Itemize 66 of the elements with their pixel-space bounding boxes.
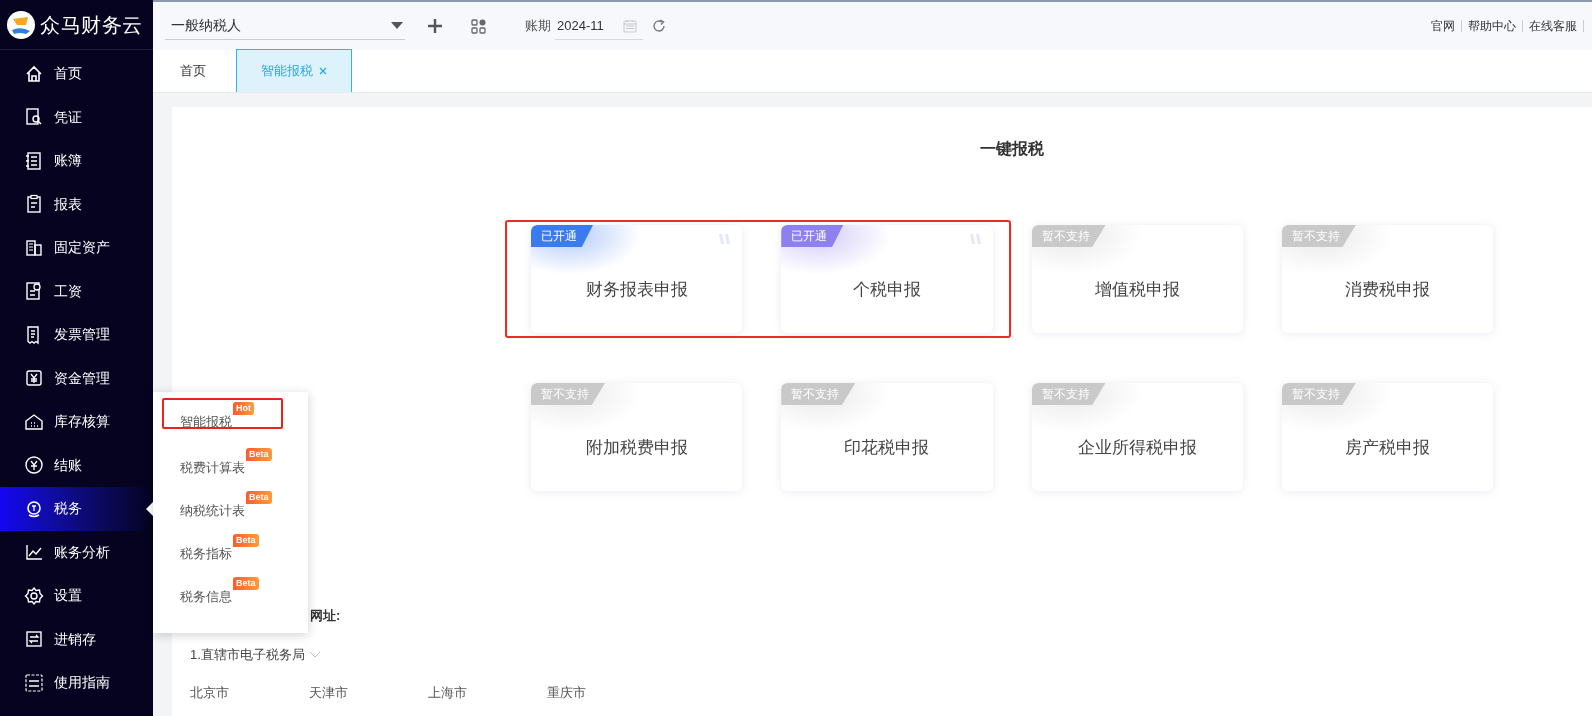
sidebar-item[interactable]: 固定资产 bbox=[0, 226, 153, 270]
sidebar-item[interactable]: 使用指南 bbox=[0, 661, 153, 705]
submenu-item[interactable]: 税务信息 bbox=[180, 587, 232, 607]
header-link[interactable]: 帮助中心 bbox=[1462, 17, 1522, 35]
section-label: 网址: bbox=[310, 608, 341, 623]
group-toggle[interactable]: 1.直辖市电子税务局 bbox=[190, 645, 321, 665]
ledger-icon bbox=[24, 150, 44, 171]
yen-circle-icon bbox=[24, 455, 44, 476]
sidebar-item[interactable]: 凭证 bbox=[0, 95, 153, 139]
quote-mark-icon bbox=[968, 233, 983, 245]
quote-mark-icon bbox=[718, 233, 733, 245]
refresh-icon[interactable] bbox=[652, 19, 666, 33]
badge: Beta bbox=[246, 491, 272, 504]
sidebar-item[interactable]: 结账 bbox=[0, 443, 153, 487]
caret-icon bbox=[391, 21, 403, 30]
warehouse-icon bbox=[24, 411, 44, 432]
city-link[interactable]: 重庆市 bbox=[547, 682, 666, 702]
home-icon bbox=[24, 63, 44, 84]
sidebar-item[interactable]: 进销存 bbox=[0, 617, 153, 661]
badge: Beta bbox=[233, 534, 259, 547]
plus-icon[interactable] bbox=[427, 18, 443, 34]
sidebar-item[interactable]: 首页 bbox=[0, 52, 153, 96]
yen-square-icon bbox=[24, 368, 44, 389]
submenu-item[interactable]: 税务指标 bbox=[180, 544, 232, 564]
submenu-item[interactable]: 税费计算表 bbox=[180, 458, 245, 478]
taxpayer-type-select[interactable]: 一般纳税人 bbox=[165, 12, 405, 40]
header-link[interactable]: 在线客服 bbox=[1523, 17, 1583, 35]
logo-icon bbox=[6, 9, 36, 40]
city-link[interactable]: 北京市 bbox=[190, 682, 309, 702]
header-link[interactable]: 官网 bbox=[1425, 17, 1461, 35]
sidebar-item[interactable]: 账务分析 bbox=[0, 530, 153, 574]
grid-icon[interactable] bbox=[471, 18, 486, 34]
submenu-item[interactable]: 纳税统计表 bbox=[180, 501, 245, 521]
sidebar-item[interactable]: 库存核算 bbox=[0, 400, 153, 444]
building-icon bbox=[24, 237, 44, 258]
sidebar-item[interactable]: 发票管理 bbox=[0, 313, 153, 357]
city-link[interactable]: 天津市 bbox=[309, 682, 428, 702]
status-badge: 已开通 bbox=[781, 225, 844, 247]
document-search-icon bbox=[24, 107, 44, 128]
submenu-item[interactable]: 智能报税 bbox=[180, 412, 232, 432]
period-label: 账期 bbox=[525, 17, 551, 36]
sidebar-item[interactable]: 账簿 bbox=[0, 139, 153, 183]
sidebar-item[interactable]: 资金管理 bbox=[0, 356, 153, 400]
badge: Beta bbox=[233, 577, 259, 590]
sidebar-item[interactable]: 工资 bbox=[0, 269, 153, 313]
tax-card[interactable]: 已开通 个税申报 bbox=[781, 225, 993, 333]
page-title: 一键报税 bbox=[979, 139, 1045, 159]
badge: Beta bbox=[246, 448, 272, 461]
clipboard-icon bbox=[24, 194, 44, 215]
payslip-icon bbox=[24, 281, 44, 302]
guide-icon bbox=[24, 672, 44, 693]
line-chart-icon bbox=[24, 542, 44, 563]
sidebar-item[interactable]: 税务 bbox=[0, 487, 153, 531]
sidebar-item[interactable]: 报表 bbox=[0, 182, 153, 226]
tax-icon bbox=[24, 498, 44, 519]
calendar-icon bbox=[623, 18, 637, 33]
city-link[interactable]: 上海市 bbox=[428, 682, 547, 702]
tax-card[interactable]: 已开通 财务报表申报 bbox=[531, 225, 743, 333]
swap-icon bbox=[24, 629, 44, 650]
brand-name: 众马财务云 bbox=[40, 12, 143, 38]
period-field[interactable]: 2024-11 bbox=[555, 12, 643, 40]
gear-icon bbox=[24, 585, 44, 606]
tab[interactable]: 首页 bbox=[175, 49, 211, 92]
badge: Hot bbox=[233, 402, 254, 415]
status-badge: 已开通 bbox=[531, 225, 593, 247]
sidebar-item[interactable]: 设置 bbox=[0, 574, 153, 618]
